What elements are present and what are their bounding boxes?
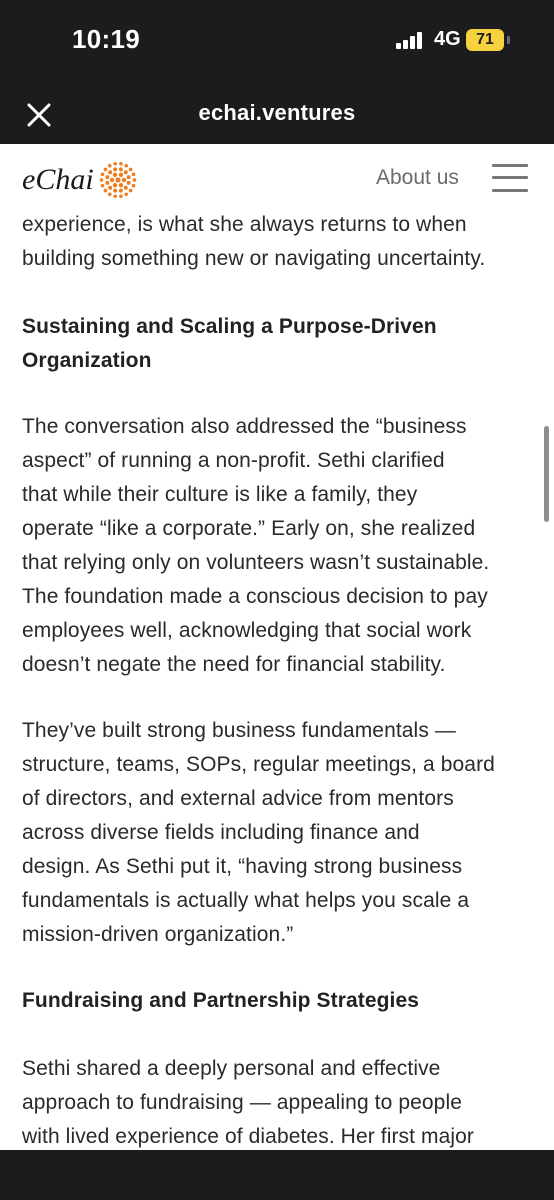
status-time: 10:19 [72, 24, 140, 54]
bottom-bar [0, 1150, 554, 1200]
text-line: The foundation made a conscious decision… [22, 585, 488, 608]
signal-strength-icon [396, 31, 426, 49]
page-url[interactable]: echai.ventures [0, 100, 554, 126]
text-line: structure, teams, SOPs, regular meetings… [22, 753, 495, 776]
hamburger-menu-icon[interactable] [492, 164, 528, 192]
browser-bar: echai.ventures [0, 82, 554, 144]
text-line: They’ve built strong business fundamenta… [22, 719, 456, 742]
network-type: 4G [434, 28, 461, 50]
paragraph-fundamentals: They’ve built strong business fundamenta… [22, 714, 538, 952]
text-line: operate “like a corporate.” Early on, sh… [22, 517, 476, 540]
paragraph-business-aspect: The conversation also addressed the “bus… [22, 410, 538, 682]
text-line: Sethi shared a deeply personal and effec… [22, 1057, 441, 1080]
text-line: experience, is what she always returns t… [22, 213, 467, 236]
site-logo[interactable]: eChai [22, 160, 138, 200]
text-line: that while their culture is like a famil… [22, 483, 418, 506]
text-line: with lived experience of diabetes. Her f… [22, 1125, 475, 1148]
heading-line: Sustaining and Scaling a Purpose-Driven [22, 315, 437, 338]
text-line: building something new or navigating unc… [22, 247, 486, 270]
logo-text: eChai [22, 163, 94, 196]
section-heading-sustaining: Sustaining and Scaling a Purpose-Driven … [22, 310, 538, 378]
site-header: eChai About us [0, 144, 554, 210]
battery-cap [507, 36, 510, 44]
text-line: that relying only on volunteers wasn’t s… [22, 551, 490, 574]
text-line: fundamentals is actually what helps you … [22, 889, 470, 912]
sun-logo-icon [99, 161, 136, 199]
text-line: mission-driven organization.” [22, 923, 294, 946]
scrollbar-thumb[interactable] [544, 426, 549, 522]
status-bar: 10:19 4G 71 [0, 0, 554, 82]
paragraph-fundraising: Sethi shared a deeply personal and effec… [22, 1052, 538, 1150]
heading-line: Organization [22, 349, 152, 372]
text-line: of directors, and external advice from m… [22, 787, 454, 810]
text-line: The conversation also addressed the “bus… [22, 415, 467, 438]
text-line: design. As Sethi put it, “having strong … [22, 855, 463, 878]
article-content: experience, is what she always returns t… [0, 204, 554, 1150]
text-line: doesn’t negate the need for financial st… [22, 653, 446, 676]
section-heading-fundraising: Fundraising and Partnership Strategies [22, 989, 420, 1012]
text-line: approach to fundraising — appealing to p… [22, 1091, 462, 1114]
text-line: aspect” of running a non-profit. Sethi c… [22, 449, 445, 472]
about-us-link[interactable]: About us [376, 166, 459, 190]
text-line: employees well, acknowledging that socia… [22, 619, 472, 642]
paragraph-intro: experience, is what she always returns t… [22, 208, 538, 276]
text-line: across diverse fields including finance … [22, 821, 420, 844]
battery-icon: 71 [466, 29, 504, 51]
